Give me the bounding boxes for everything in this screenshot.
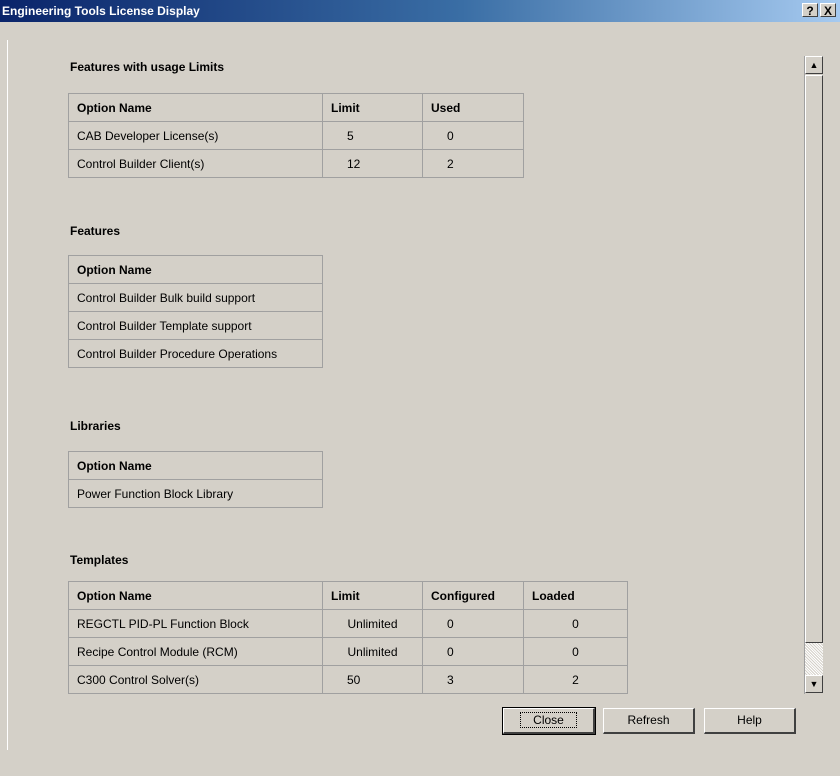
libraries-table: Option Name Power Function Block Library bbox=[68, 451, 323, 508]
limit-cell: 50 bbox=[322, 665, 423, 694]
table-row: CAB Developer License(s) 5 0 bbox=[68, 121, 524, 150]
table-row: C300 Control Solver(s) 50 3 2 bbox=[68, 665, 628, 694]
limits-table: Option Name Limit Used CAB Developer Lic… bbox=[68, 93, 524, 178]
loaded-cell: 2 bbox=[523, 665, 628, 694]
column-header: Option Name bbox=[68, 255, 323, 284]
limit-cell: Unlimited bbox=[322, 609, 423, 638]
option-name-cell: Control Builder Client(s) bbox=[68, 149, 323, 178]
title-bar: Engineering Tools License Display ? X bbox=[0, 0, 840, 22]
help-icon[interactable]: ? bbox=[802, 3, 818, 18]
scroll-track[interactable] bbox=[805, 643, 823, 675]
table-row: REGCTL PID-PL Function Block Unlimited 0… bbox=[68, 609, 628, 638]
section-title-libraries: Libraries bbox=[70, 419, 121, 433]
close-button-label: Close bbox=[520, 712, 577, 728]
license-content-pane: Features with usage Limits Option Name L… bbox=[7, 40, 804, 750]
column-header: Option Name bbox=[68, 451, 323, 480]
refresh-button[interactable]: Refresh bbox=[603, 708, 695, 734]
option-name-cell: Recipe Control Module (RCM) bbox=[68, 637, 323, 666]
option-name-cell: Power Function Block Library bbox=[68, 479, 323, 508]
option-name-cell: Control Builder Procedure Operations bbox=[68, 339, 323, 368]
loaded-cell: 0 bbox=[523, 609, 628, 638]
scroll-down-icon[interactable]: ▼ bbox=[805, 675, 823, 693]
table-row: Control Builder Client(s) 12 2 bbox=[68, 149, 524, 178]
table-header-row: Option Name bbox=[68, 451, 323, 480]
column-header: Loaded bbox=[523, 581, 628, 610]
used-cell: 0 bbox=[422, 121, 524, 150]
configured-cell: 0 bbox=[422, 637, 524, 666]
table-row: Control Builder Procedure Operations bbox=[68, 339, 323, 368]
column-header: Option Name bbox=[68, 93, 323, 122]
configured-cell: 3 bbox=[422, 665, 524, 694]
option-name-cell: C300 Control Solver(s) bbox=[68, 665, 323, 694]
table-header-row: Option Name Limit Configured Loaded bbox=[68, 581, 628, 610]
option-name-cell: CAB Developer License(s) bbox=[68, 121, 323, 150]
column-header: Limit bbox=[322, 93, 423, 122]
table-header-row: Option Name bbox=[68, 255, 323, 284]
scroll-thumb[interactable] bbox=[805, 75, 823, 643]
column-header: Used bbox=[422, 93, 524, 122]
option-name-cell: REGCTL PID-PL Function Block bbox=[68, 609, 323, 638]
option-name-cell: Control Builder Bulk build support bbox=[68, 283, 323, 312]
table-row: Control Builder Bulk build support bbox=[68, 283, 323, 312]
loaded-cell: 0 bbox=[523, 637, 628, 666]
table-header-row: Option Name Limit Used bbox=[68, 93, 524, 122]
close-icon[interactable]: X bbox=[820, 3, 836, 18]
limit-cell: Unlimited bbox=[322, 637, 423, 666]
scroll-up-icon[interactable]: ▲ bbox=[805, 56, 823, 74]
configured-cell: 0 bbox=[422, 609, 524, 638]
option-name-cell: Control Builder Template support bbox=[68, 311, 323, 340]
features-table: Option Name Control Builder Bulk build s… bbox=[68, 255, 323, 368]
column-header: Limit bbox=[322, 581, 423, 610]
close-button[interactable]: Close bbox=[502, 707, 596, 735]
templates-table: Option Name Limit Configured Loaded REGC… bbox=[68, 581, 628, 694]
limit-cell: 12 bbox=[322, 149, 423, 178]
table-row: Power Function Block Library bbox=[68, 479, 323, 508]
used-cell: 2 bbox=[422, 149, 524, 178]
vertical-scrollbar[interactable]: ▲ ▼ bbox=[804, 56, 823, 694]
table-row: Control Builder Template support bbox=[68, 311, 323, 340]
table-row: Recipe Control Module (RCM) Unlimited 0 … bbox=[68, 637, 628, 666]
help-button[interactable]: Help bbox=[704, 708, 796, 734]
limit-cell: 5 bbox=[322, 121, 423, 150]
column-header: Configured bbox=[422, 581, 524, 610]
section-title-templates: Templates bbox=[70, 553, 129, 567]
column-header: Option Name bbox=[68, 581, 323, 610]
section-title-limits: Features with usage Limits bbox=[70, 60, 225, 74]
section-title-features: Features bbox=[70, 224, 121, 238]
window-title: Engineering Tools License Display bbox=[2, 4, 200, 18]
